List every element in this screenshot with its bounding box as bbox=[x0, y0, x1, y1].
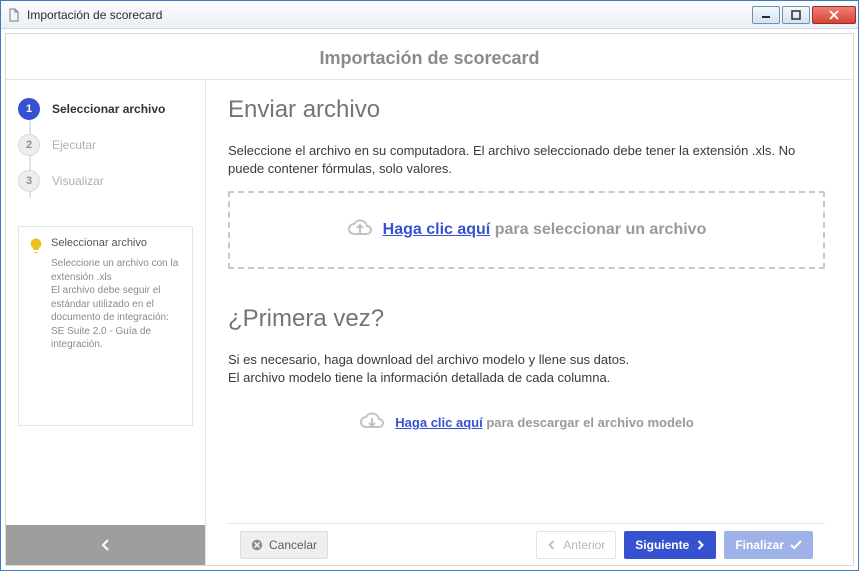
step-label: Visualizar bbox=[52, 174, 104, 188]
next-button[interactable]: Siguiente bbox=[624, 531, 716, 559]
cancel-button[interactable]: Cancelar bbox=[240, 531, 328, 559]
file-dropzone[interactable]: Haga clic aquí para seleccionar un archi… bbox=[228, 191, 825, 269]
help-tip-box: Seleccionar archivo Seleccione un archiv… bbox=[18, 226, 193, 426]
finish-button[interactable]: Finalizar bbox=[724, 531, 813, 559]
previous-button[interactable]: Anterior bbox=[536, 531, 616, 559]
sidebar: 1 Seleccionar archivo 2 Ejecutar 3 Visua… bbox=[6, 80, 206, 565]
tip-title: Seleccionar archivo bbox=[51, 237, 184, 249]
lightbulb-icon bbox=[27, 237, 45, 415]
download-template-link[interactable]: Haga clic aquí bbox=[395, 415, 482, 430]
step-label: Ejecutar bbox=[52, 138, 96, 152]
window-title: Importación de scorecard bbox=[27, 8, 752, 22]
dialog-footer: Cancelar Anterior Siguiente Finalizar bbox=[228, 523, 825, 565]
check-icon bbox=[790, 540, 802, 550]
window-buttons bbox=[752, 6, 856, 24]
step-select-file[interactable]: 1 Seleccionar archivo bbox=[18, 98, 193, 120]
previous-label: Anterior bbox=[563, 538, 605, 552]
finish-label: Finalizar bbox=[735, 538, 784, 552]
download-template-row: Haga clic aquí para descargar el archivo… bbox=[228, 410, 825, 435]
tip-text: Seleccione un archivo con la extensión .… bbox=[51, 257, 184, 352]
send-file-heading: Enviar archivo bbox=[228, 96, 825, 124]
download-cloud-icon bbox=[359, 410, 385, 435]
select-file-suffix: para seleccionar un archivo bbox=[490, 221, 706, 238]
cancel-label: Cancelar bbox=[269, 538, 317, 552]
upload-cloud-icon bbox=[347, 217, 373, 244]
chevron-left-icon bbox=[547, 540, 557, 550]
step-view[interactable]: 3 Visualizar bbox=[18, 170, 193, 192]
first-time-description: Si es necesario, haga download del archi… bbox=[228, 351, 825, 386]
dialog-inner: Importación de scorecard 1 Seleccionar a… bbox=[5, 33, 854, 566]
dialog-body: 1 Seleccionar archivo 2 Ejecutar 3 Visua… bbox=[6, 79, 853, 565]
first-time-heading: ¿Primera vez? bbox=[228, 305, 825, 333]
close-button[interactable] bbox=[812, 6, 856, 24]
minimize-button[interactable] bbox=[752, 6, 780, 24]
step-number: 3 bbox=[18, 170, 40, 192]
step-number: 2 bbox=[18, 134, 40, 156]
next-label: Siguiente bbox=[635, 538, 689, 552]
cancel-icon bbox=[251, 539, 263, 551]
sidebar-collapse-button[interactable] bbox=[6, 525, 205, 565]
chevron-right-icon bbox=[695, 540, 705, 550]
app-window: Importación de scorecard Importación de … bbox=[0, 0, 859, 571]
download-template-suffix: para descargar el archivo modelo bbox=[483, 415, 694, 430]
send-file-description: Seleccione el archivo en su computadora.… bbox=[228, 142, 825, 177]
maximize-button[interactable] bbox=[782, 6, 810, 24]
dialog-title: Importación de scorecard bbox=[6, 34, 853, 79]
titlebar: Importación de scorecard bbox=[1, 1, 858, 29]
select-file-link[interactable]: Haga clic aquí bbox=[383, 221, 491, 238]
step-execute[interactable]: 2 Ejecutar bbox=[18, 134, 193, 156]
step-label: Seleccionar archivo bbox=[52, 102, 165, 116]
main-panel: Enviar archivo Seleccione el archivo en … bbox=[206, 80, 853, 565]
step-number: 1 bbox=[18, 98, 40, 120]
wizard-steps: 1 Seleccionar archivo 2 Ejecutar 3 Visua… bbox=[18, 98, 193, 206]
document-icon bbox=[7, 8, 21, 22]
